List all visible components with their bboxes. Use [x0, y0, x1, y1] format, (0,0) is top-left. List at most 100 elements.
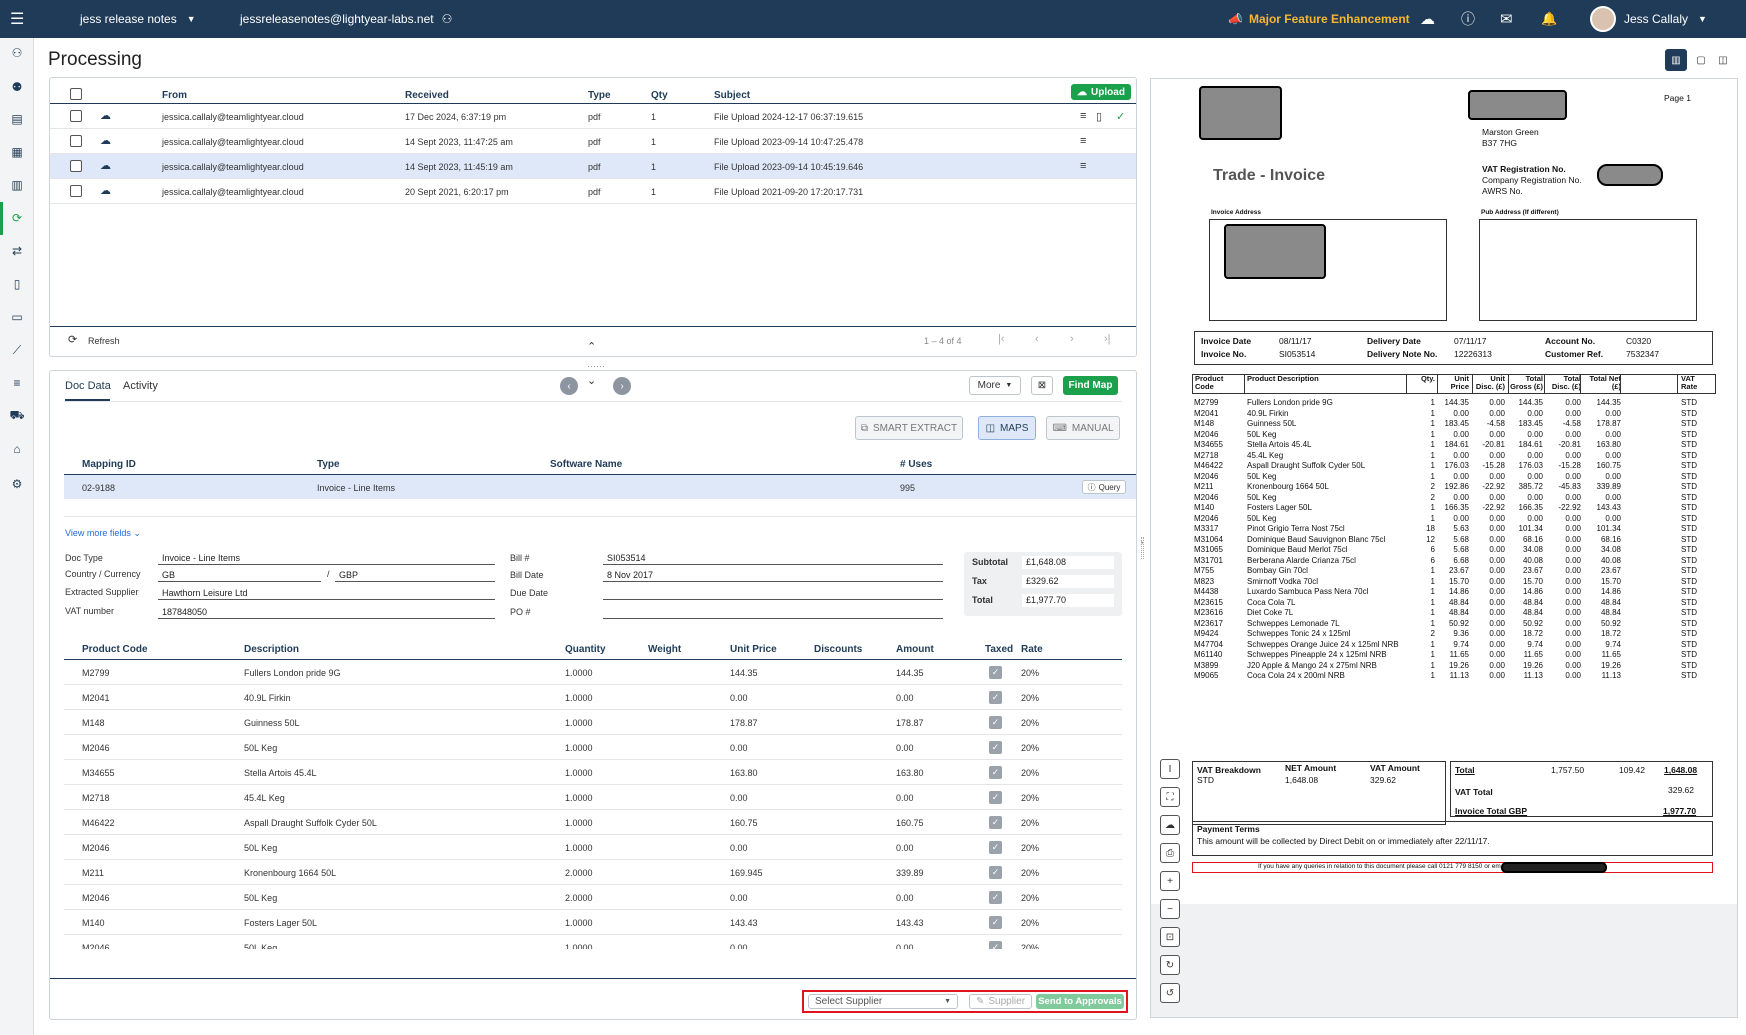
chevron-down-icon[interactable]: ⌄ — [587, 374, 596, 387]
line-cell[interactable]: M34655 — [82, 768, 115, 778]
line-cell[interactable]: Aspall Draught Suffolk Cyder 50L — [244, 818, 377, 828]
transfer-icon[interactable]: ⇄ — [8, 242, 26, 260]
currency-field[interactable]: GBP — [335, 569, 495, 582]
taxed-checkbox[interactable]: ✓ — [989, 841, 1002, 854]
cloud-sync-icon[interactable]: ☁ — [1420, 0, 1435, 38]
text-select-icon[interactable]: I — [1160, 759, 1180, 779]
last-page-icon[interactable]: ›| — [1104, 333, 1111, 345]
line-cell[interactable]: 178.87 — [896, 718, 924, 728]
prev-doc-icon[interactable]: ‹ — [560, 377, 578, 395]
line-rate[interactable]: 20% — [1021, 843, 1039, 853]
lines-icon[interactable]: ≡ — [1080, 135, 1086, 147]
table-row[interactable]: ☁ jessica.callaly@teamlightyear.cloud 20… — [50, 179, 1136, 204]
taxed-checkbox[interactable]: ✓ — [989, 716, 1002, 729]
trend-icon[interactable]: ⟋ — [8, 341, 26, 359]
user-share-icon[interactable]: ⚇ — [442, 12, 453, 26]
receipt-icon[interactable]: ▭ — [8, 308, 26, 326]
line-cell[interactable]: 1.0000 — [565, 918, 593, 928]
rotate-clockwise-icon[interactable]: ↻ — [1160, 955, 1180, 975]
line-rate[interactable]: 20% — [1021, 918, 1039, 928]
row-checkbox[interactable] — [70, 160, 82, 172]
line-rate[interactable]: 20% — [1021, 668, 1039, 678]
smart-extract-button[interactable]: ⧉ SMART EXTRACT — [855, 416, 963, 440]
line-item-row[interactable]: M211 Kronenbourg 1664 50L 2.0000 169.945 339… — [64, 860, 1122, 885]
line-cell[interactable]: 1.0000 — [565, 793, 593, 803]
taxed-checkbox[interactable]: ✓ — [989, 916, 1002, 929]
doc-type-field[interactable]: Invoice - Line Items — [158, 552, 495, 565]
next-page-icon[interactable]: › — [1070, 333, 1074, 345]
cloud-download-icon[interactable]: ☁ — [1160, 815, 1180, 835]
split-view-icon[interactable]: ▥ — [1665, 49, 1687, 71]
col-type[interactable]: Type — [588, 90, 611, 101]
line-cell[interactable]: 0.00 — [730, 693, 748, 703]
line-cell[interactable]: 0.00 — [896, 943, 914, 949]
chart-icon[interactable]: ▥ — [8, 176, 26, 194]
select-all-checkbox[interactable] — [70, 88, 82, 100]
rotate-counterclockwise-icon[interactable]: ↺ — [1160, 983, 1180, 1003]
taxed-checkbox[interactable]: ✓ — [989, 891, 1002, 904]
line-cell[interactable]: 0.00 — [896, 893, 914, 903]
zoom-in-icon[interactable]: + — [1160, 871, 1180, 891]
line-item-row[interactable]: M46422 Aspall Draught Suffolk Cyder 50L 1.… — [64, 810, 1122, 835]
line-cell[interactable]: 1.0000 — [565, 693, 593, 703]
line-cell[interactable]: M2046 — [82, 893, 110, 903]
bill-number-field[interactable]: SI053514 — [603, 552, 943, 565]
pdf-icon[interactable]: ▯ — [1096, 110, 1102, 123]
line-rate[interactable]: 20% — [1021, 893, 1039, 903]
send-to-approvals-button[interactable]: Send to Approvals — [1036, 994, 1124, 1009]
line-cell[interactable]: 2.0000 — [565, 868, 593, 878]
col-subject[interactable]: Subject — [714, 90, 750, 101]
resize-handle[interactable] — [1141, 537, 1144, 559]
line-cell[interactable]: 1.0000 — [565, 718, 593, 728]
fullscreen-icon[interactable]: ⛶ — [1160, 787, 1180, 807]
row-checkbox[interactable] — [70, 185, 82, 197]
lines-icon[interactable]: ≡ — [1080, 110, 1086, 122]
vat-number-field[interactable]: 187848050 — [158, 606, 495, 619]
col-qty[interactable]: Qty — [651, 90, 668, 101]
help-icon[interactable]: ⓘ — [1461, 0, 1475, 38]
line-cell[interactable]: 1.0000 — [565, 743, 593, 753]
fit-page-icon[interactable]: ⊡ — [1160, 927, 1180, 947]
zoom-out-icon[interactable]: − — [1160, 899, 1180, 919]
due-date-field[interactable] — [603, 587, 943, 600]
line-cell[interactable]: Kronenbourg 1664 50L — [244, 868, 336, 878]
line-item-row[interactable]: M148 Guinness 50L 1.0000 178.87 178.87 ✓ 20% — [64, 710, 1122, 735]
mapping-row[interactable]: 02-9188 Invoice - Line Items 995 ⓘ Query — [64, 475, 1136, 499]
country-field[interactable]: GB — [158, 569, 321, 582]
line-item-row[interactable]: M2046 50L Keg 1.0000 0.00 0.00 ✓ 20% — [64, 835, 1122, 860]
line-cell[interactable]: 50L Keg — [244, 943, 277, 949]
line-cell[interactable]: 339.89 — [896, 868, 924, 878]
user-menu[interactable]: Jess Callaly ▼ — [1590, 0, 1707, 38]
taxed-checkbox[interactable]: ✓ — [989, 941, 1002, 949]
line-cell[interactable]: M2046 — [82, 743, 110, 753]
col-from[interactable]: From — [162, 90, 187, 101]
line-cell[interactable]: 0.00 — [896, 793, 914, 803]
chevron-up-icon[interactable]: ⌃ — [587, 340, 596, 353]
row-checkbox[interactable] — [70, 135, 82, 147]
line-cell[interactable]: 1.0000 — [565, 668, 593, 678]
line-cell[interactable]: M148 — [82, 718, 105, 728]
announcement-link[interactable]: 📣 Major Feature Enhancement — [1228, 0, 1410, 38]
line-cell[interactable]: Stella Artois 45.4L — [244, 768, 317, 778]
line-cell[interactable]: M2046 — [82, 943, 110, 949]
line-cell[interactable]: 1.0000 — [565, 943, 593, 949]
line-cell[interactable]: 50L Keg — [244, 743, 277, 753]
line-cell[interactable]: M140 — [82, 918, 105, 928]
po-icon[interactable]: ▯ — [8, 275, 26, 293]
line-cell[interactable]: 0.00 — [730, 743, 748, 753]
menu-collapse-icon[interactable]: ☰ — [10, 0, 24, 38]
contacts-icon[interactable]: ⚇ — [8, 44, 26, 62]
line-cell[interactable]: 0.00 — [730, 793, 748, 803]
line-cell[interactable]: 0.00 — [730, 943, 748, 949]
line-rate[interactable]: 20% — [1021, 943, 1039, 949]
settings-icon[interactable]: ⚙ — [8, 475, 26, 493]
line-rate[interactable]: 20% — [1021, 818, 1039, 828]
line-rate[interactable]: 20% — [1021, 768, 1039, 778]
table-row[interactable]: ☁ jessica.callaly@teamlightyear.cloud 17… — [50, 104, 1136, 129]
line-cell[interactable]: 0.00 — [896, 693, 914, 703]
print-icon[interactable]: ⎙ — [1160, 843, 1180, 863]
row-checkbox[interactable] — [70, 110, 82, 122]
line-rate[interactable]: 20% — [1021, 693, 1039, 703]
po-number-field[interactable] — [603, 606, 943, 619]
line-cell[interactable]: 2.0000 — [565, 893, 593, 903]
